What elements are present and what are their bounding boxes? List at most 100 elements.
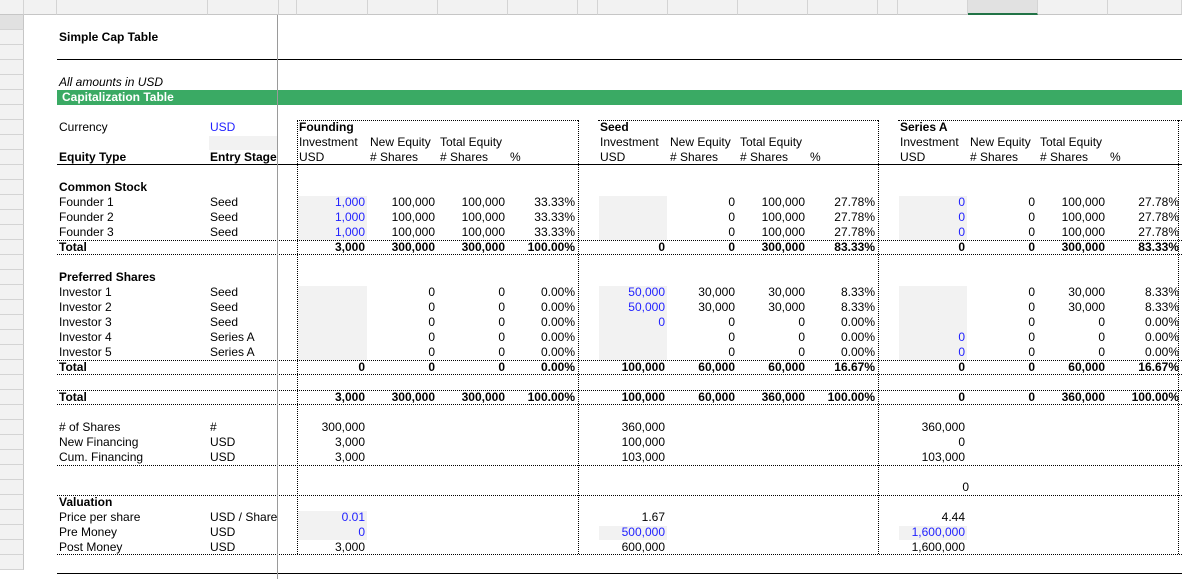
row-header-9[interactable] (0, 135, 24, 150)
valuation-value[interactable]: 4.44 (898, 510, 965, 525)
founding-total-equity-header[interactable]: Total Equity (440, 135, 577, 150)
investor-value[interactable]: 0.00% (808, 330, 875, 345)
seriesa-pct-header[interactable]: % (1110, 150, 1181, 165)
investor-value[interactable]: 0 (438, 300, 505, 315)
preferred-shares-label[interactable]: Preferred Shares (59, 270, 278, 285)
valuation-value[interactable]: 1.67 (598, 510, 665, 525)
investor-value[interactable]: 0 (368, 345, 435, 360)
investor-value[interactable]: 30,000 (1038, 300, 1105, 315)
column-header-l[interactable] (738, 0, 808, 15)
founding-total-shares-header[interactable]: # Shares (440, 150, 507, 165)
holder-value[interactable]: 100,000 (1038, 225, 1105, 240)
row-header-34[interactable] (0, 510, 24, 525)
holder-value[interactable]: 27.78% (808, 210, 875, 225)
row-header-5[interactable] (0, 75, 24, 90)
row-header-26[interactable] (0, 390, 24, 405)
summary-unit[interactable]: USD (210, 435, 278, 450)
preferred-total-value[interactable]: 60,000 (1038, 360, 1105, 375)
holder-value[interactable]: 0 (968, 225, 1035, 240)
investor-value[interactable]: 0.00% (508, 330, 575, 345)
preferred-total-value[interactable]: 0 (297, 360, 365, 375)
holder-value[interactable]: 27.78% (808, 195, 875, 210)
holder-value[interactable]: 33.33% (508, 195, 575, 210)
investor-stage[interactable]: Series A (210, 345, 278, 360)
grand-total-label[interactable]: Total (59, 390, 207, 405)
preferred-total-value[interactable]: 0 (968, 360, 1035, 375)
investor-value[interactable]: 0 (438, 315, 505, 330)
holder-value[interactable]: 100,000 (368, 195, 435, 210)
grand-total-value[interactable]: 60,000 (668, 390, 735, 405)
investor-value[interactable]: 0.00% (508, 345, 575, 360)
row-header-32[interactable] (0, 480, 24, 495)
investor-value[interactable]: 50,000 (598, 285, 665, 300)
holder-value[interactable]: 100,000 (738, 210, 805, 225)
valuation-item-label[interactable]: Pre Money (59, 525, 207, 540)
investor-value[interactable] (297, 315, 365, 330)
summary-value[interactable]: 360,000 (898, 420, 965, 435)
valuation-value[interactable]: 0.01 (297, 510, 365, 525)
investor-value[interactable]: 30,000 (668, 285, 735, 300)
currency-label[interactable]: Currency (59, 120, 207, 135)
founding-new-shares-header[interactable]: # Shares (370, 150, 437, 165)
row-header-28[interactable] (0, 420, 24, 435)
row-header-10[interactable] (0, 150, 24, 165)
investor-value[interactable]: 0 (898, 330, 965, 345)
holder-value[interactable]: 100,000 (368, 225, 435, 240)
column-header-d[interactable] (279, 0, 297, 15)
holder-name[interactable]: Founder 2 (59, 210, 207, 225)
preferred-total-value[interactable]: 0 (898, 360, 965, 375)
row-header-15[interactable] (0, 225, 24, 240)
seriesa-new-shares-header[interactable]: # Shares (970, 150, 1037, 165)
amounts-note[interactable]: All amounts in USD (59, 75, 278, 90)
investor-value[interactable] (297, 300, 365, 315)
investor-value[interactable] (297, 330, 365, 345)
common-total-value[interactable]: 83.33% (1108, 240, 1179, 255)
grand-total-value[interactable]: 0 (968, 390, 1035, 405)
valuation-label[interactable]: Valuation (59, 495, 207, 510)
investor-value[interactable]: 0 (968, 300, 1035, 315)
investor-value[interactable]: 0 (438, 345, 505, 360)
investor-value[interactable]: 30,000 (1038, 285, 1105, 300)
investor-value[interactable]: 0 (738, 345, 805, 360)
row-header-2[interactable] (0, 30, 24, 45)
investor-value[interactable]: 0 (368, 330, 435, 345)
holder-value[interactable]: 100,000 (438, 225, 505, 240)
holder-value[interactable]: 0 (898, 195, 965, 210)
summary-label[interactable]: New Financing (59, 435, 207, 450)
common-stock-label[interactable]: Common Stock (59, 180, 278, 195)
investor-value[interactable]: 0 (668, 315, 735, 330)
investor-name[interactable]: Investor 2 (59, 300, 207, 315)
preferred-total-value[interactable]: 60,000 (738, 360, 805, 375)
holder-value[interactable]: 27.78% (1108, 210, 1179, 225)
investor-value[interactable]: 0.00% (508, 300, 575, 315)
column-header-g[interactable] (438, 0, 508, 15)
investor-value[interactable]: 8.33% (1108, 300, 1179, 315)
summary-unit[interactable]: USD (210, 450, 278, 465)
row-header-8[interactable] (0, 120, 24, 135)
investor-name[interactable]: Investor 3 (59, 315, 207, 330)
investor-value[interactable]: 0.00% (808, 315, 875, 330)
investor-value[interactable]: 0 (438, 330, 505, 345)
holder-value[interactable]: 100,000 (368, 210, 435, 225)
valuation-value[interactable]: 3,000 (297, 540, 365, 555)
investor-value[interactable]: 0 (968, 285, 1035, 300)
investor-value[interactable]: 0 (368, 315, 435, 330)
holder-value[interactable]: 27.78% (1108, 225, 1179, 240)
row-header-13[interactable] (0, 195, 24, 210)
column-header-k[interactable] (668, 0, 738, 15)
column-header-c[interactable] (208, 0, 279, 15)
holder-value[interactable]: 0 (668, 225, 735, 240)
row-header-21[interactable] (0, 315, 24, 330)
holder-value[interactable]: 100,000 (438, 195, 505, 210)
column-header-b[interactable] (57, 0, 208, 15)
investor-value[interactable]: 30,000 (738, 300, 805, 315)
investor-value[interactable]: 0.00% (1108, 330, 1179, 345)
investor-value[interactable]: 0 (738, 330, 805, 345)
seriesa-total-shares-header[interactable]: # Shares (1040, 150, 1107, 165)
row-header-12[interactable] (0, 180, 24, 195)
holder-value[interactable]: 33.33% (508, 210, 575, 225)
grand-total-value[interactable]: 300,000 (438, 390, 505, 405)
row32-value[interactable]: 0 (902, 480, 969, 495)
seed-round-title[interactable]: Seed (600, 120, 737, 135)
holder-value[interactable]: 0 (968, 195, 1035, 210)
